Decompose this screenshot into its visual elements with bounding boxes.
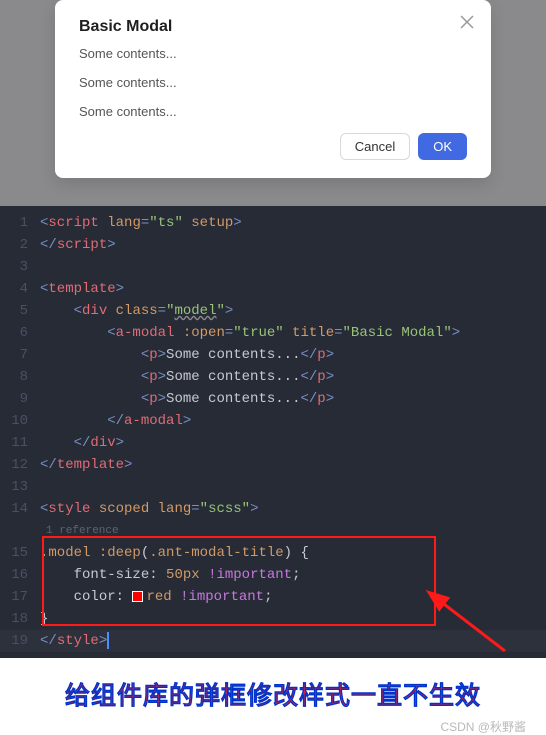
modal-dialog: Basic Modal Some contents... Some conten… xyxy=(55,0,491,178)
line-number: 11 xyxy=(0,432,40,454)
line-number: 13 xyxy=(0,476,40,498)
code-line[interactable]: 4<template> xyxy=(0,278,546,300)
modal-footer: Cancel OK xyxy=(79,133,467,160)
caption-text: 给组件库的弹框修改样式一直不生效 xyxy=(65,682,481,710)
code-line[interactable]: 10 </a-modal> xyxy=(0,410,546,432)
line-number: 17 xyxy=(0,586,40,608)
line-number: 7 xyxy=(0,344,40,366)
line-number: 16 xyxy=(0,564,40,586)
modal-backdrop: Basic Modal Some contents... Some conten… xyxy=(0,0,546,206)
modal-line: Some contents... xyxy=(79,46,467,61)
ok-button[interactable]: OK xyxy=(418,133,467,160)
code-line[interactable]: 15.model :deep(.ant-modal-title) { xyxy=(0,542,546,564)
code-line[interactable]: 1<script lang="ts" setup> xyxy=(0,212,546,234)
line-number: 5 xyxy=(0,300,40,322)
line-number: 10 xyxy=(0,410,40,432)
code-line[interactable]: 18} xyxy=(0,608,546,630)
line-number: 1 xyxy=(0,212,40,234)
line-number: 12 xyxy=(0,454,40,476)
code-line[interactable]: 11 </div> xyxy=(0,432,546,454)
code-line[interactable]: 17 color: red !important; xyxy=(0,586,546,608)
line-number: 9 xyxy=(0,388,40,410)
code-line[interactable]: 14<style scoped lang="scss"> xyxy=(0,498,546,520)
modal-body: Some contents... Some contents... Some c… xyxy=(79,46,467,119)
code-line[interactable]: 16 font-size: 50px !important; xyxy=(0,564,546,586)
line-number: 6 xyxy=(0,322,40,344)
watermark: CSDN @秋野酱 xyxy=(0,718,546,735)
line-number: 3 xyxy=(0,256,40,278)
line-number: 19 xyxy=(0,630,40,652)
code-editor[interactable]: 1<script lang="ts" setup>2</script>34<te… xyxy=(0,206,546,658)
line-number: 14 xyxy=(0,498,40,520)
close-icon[interactable] xyxy=(459,14,475,30)
line-number: 4 xyxy=(0,278,40,300)
modal-title: Basic Modal xyxy=(79,18,467,36)
caption-area: 给组件库的弹框修改样式一直不生效 xyxy=(0,658,546,718)
code-line[interactable]: 13 xyxy=(0,476,546,498)
code-line[interactable]: 8 <p>Some contents...</p> xyxy=(0,366,546,388)
code-line[interactable]: 12</template> xyxy=(0,454,546,476)
cancel-button[interactable]: Cancel xyxy=(340,133,410,160)
line-number: 15 xyxy=(0,542,40,564)
line-number: 2 xyxy=(0,234,40,256)
code-line[interactable]: 9 <p>Some contents...</p> xyxy=(0,388,546,410)
code-line[interactable]: 2</script> xyxy=(0,234,546,256)
modal-line: Some contents... xyxy=(79,75,467,90)
line-number: 18 xyxy=(0,608,40,630)
code-line[interactable]: 6 <a-modal :open="true" title="Basic Mod… xyxy=(0,322,546,344)
code-line[interactable]: 19</style> xyxy=(0,630,546,652)
code-line[interactable]: 5 <div class="model"> xyxy=(0,300,546,322)
line-number: 8 xyxy=(0,366,40,388)
code-line[interactable]: 3 xyxy=(0,256,546,278)
modal-line: Some contents... xyxy=(79,104,467,119)
code-line[interactable]: 7 <p>Some contents...</p> xyxy=(0,344,546,366)
